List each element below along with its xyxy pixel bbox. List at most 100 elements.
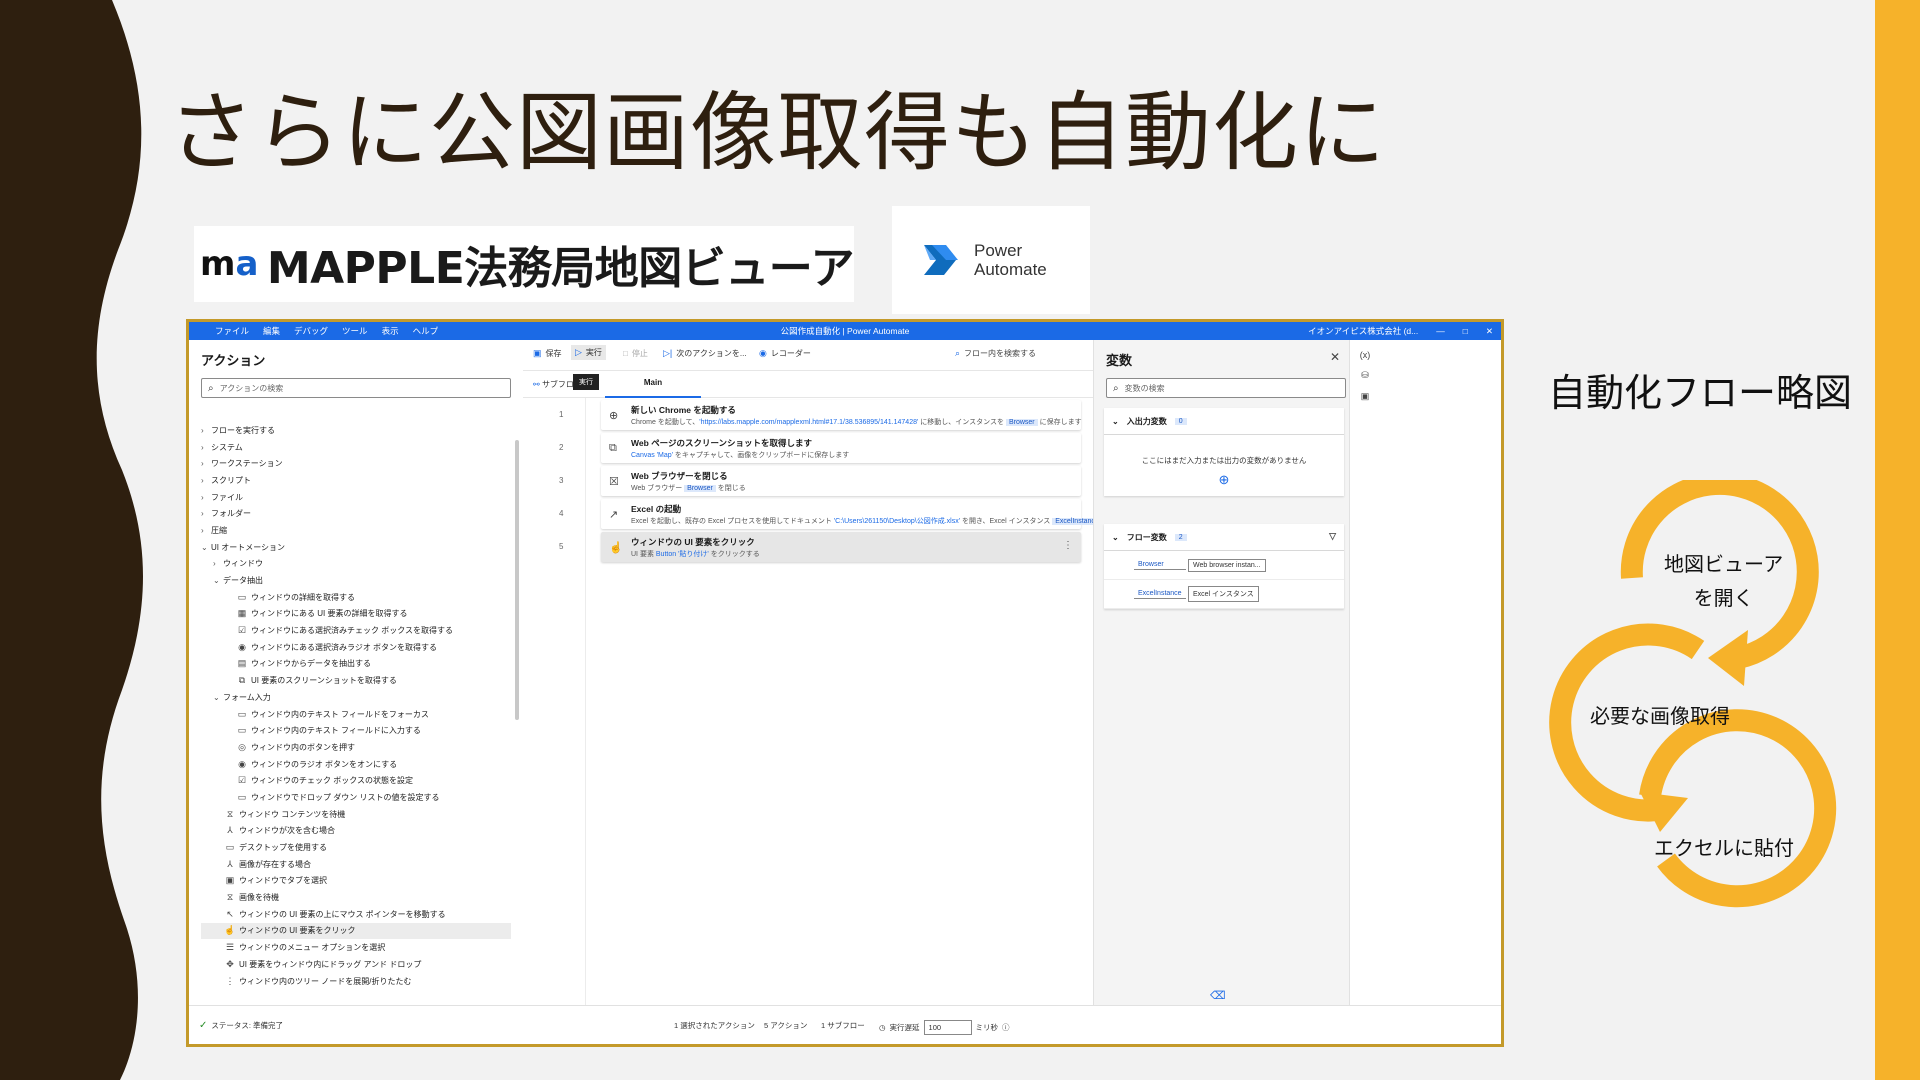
action-tree-item[interactable]: ☝ ウィンドウの UI 要素をクリック: [201, 922, 511, 940]
close-icon[interactable]: ✕: [1330, 350, 1340, 364]
tab-main[interactable]: Main: [605, 371, 701, 398]
action-tree-item[interactable]: › ファイル: [201, 489, 511, 506]
action-tree-item[interactable]: › ワークステーション: [201, 455, 511, 472]
ui-elements-icon[interactable]: ⛁: [1350, 370, 1380, 381]
right-accent-bar: [1875, 0, 1920, 1080]
menu-item[interactable]: ヘルプ: [413, 325, 439, 337]
delay-input[interactable]: 100: [923, 1020, 972, 1035]
action-tree-item[interactable]: ↖ ウィンドウの UI 要素の上にマウス ポインターを移動する: [201, 906, 511, 923]
action-label: ウィンドウ: [223, 559, 263, 569]
chevron-icon[interactable]: ⌄: [213, 693, 223, 702]
eraser-icon[interactable]: ⌫: [1210, 989, 1226, 1002]
action-tree-item[interactable]: › ウィンドウ: [201, 556, 511, 573]
menu-item[interactable]: 編集: [263, 325, 280, 337]
flow-search-input[interactable]: ⌕ フロー内を検索する: [955, 348, 1085, 359]
action-label: ウィンドウにある UI 要素の詳細を取得する: [251, 609, 408, 619]
variables-search-input[interactable]: ⌕ 変数の検索: [1106, 378, 1346, 398]
close-icon[interactable]: ✕: [1486, 326, 1493, 337]
menu-item[interactable]: ツール: [342, 325, 368, 337]
subflow-icon: ⚯: [533, 380, 540, 389]
actions-count: 5 アクション: [764, 1021, 808, 1030]
action-icon: ☑: [237, 775, 247, 786]
action-tree-item[interactable]: ▣ ウィンドウでタブを選択: [201, 873, 511, 890]
action-icon: ▤: [237, 658, 247, 669]
action-tree-item[interactable]: ▭ ウィンドウ内のテキスト フィールドに入力する: [201, 722, 511, 739]
io-variables-header[interactable]: ⌄ 入出力変数 0: [1104, 408, 1344, 435]
filter-icon[interactable]: ▽: [1329, 531, 1336, 542]
stop-icon: □: [623, 349, 628, 358]
menu-item[interactable]: デバッグ: [294, 325, 328, 337]
chevron-icon[interactable]: ›: [201, 426, 211, 435]
chevron-icon[interactable]: ›: [213, 559, 223, 568]
chevron-icon[interactable]: ⌄: [213, 576, 223, 585]
flow-step[interactable]: ☒ Web ブラウザーを閉じる Web ブラウザー Browser を閉じる: [601, 466, 1081, 496]
action-tree-item[interactable]: ☑ ウィンドウにある選択済みチェック ボックスを取得する: [201, 622, 511, 639]
action-tree-item[interactable]: ▦ ウィンドウにある UI 要素の詳細を取得する: [201, 606, 511, 623]
action-tree-item[interactable]: ▭ デスクトップを使用する: [201, 839, 511, 856]
flow-variables-header[interactable]: ⌄ フロー変数 2 ▽: [1104, 524, 1344, 551]
chevron-icon[interactable]: ›: [201, 459, 211, 468]
action-tree-item[interactable]: ⋮ ウィンドウ内のツリー ノードを展開/折りたたむ: [201, 973, 511, 990]
action-tree-item[interactable]: ◉ ウィンドウにある選択済みラジオ ボタンを取得する: [201, 639, 511, 656]
chevron-icon[interactable]: ›: [201, 526, 211, 535]
step-description: Canvas 'Map' をキャプチャして、画像をクリップボードに保存します: [631, 452, 850, 459]
action-tree-item[interactable]: ⅄ ウィンドウが次を含む場合: [201, 823, 511, 840]
action-tree-item[interactable]: ☰ ウィンドウのメニュー オプションを選択: [201, 939, 511, 956]
variables-icon[interactable]: (x): [1350, 350, 1380, 360]
images-icon[interactable]: ▣: [1350, 391, 1380, 402]
step-title: Web ページのスクリーンショットを取得します: [631, 438, 813, 448]
action-icon: ◎: [238, 741, 246, 752]
chevron-icon[interactable]: ›: [201, 509, 211, 518]
action-tree-item[interactable]: ▭ ウィンドウでドロップ ダウン リストの値を設定する: [201, 789, 511, 806]
recorder-button[interactable]: ◉ レコーダー: [759, 348, 811, 359]
flow-step[interactable]: ↗ Excel の起動 Excel を起動し、既存の Excel プロセスを使用して…: [601, 499, 1152, 529]
action-tree-item[interactable]: ⌄ フォーム入力: [201, 689, 511, 706]
action-tree-item[interactable]: ◎ ウィンドウ内のボタンを押す: [201, 739, 511, 756]
action-tree-item[interactable]: ⌄ UI オートメーション: [201, 539, 511, 556]
action-tree-item[interactable]: ⧖ ウィンドウ コンテンツを待機: [201, 806, 511, 823]
io-count-badge: 0: [1174, 417, 1187, 425]
flow-variable-row[interactable]: ExcelInstance Excel インスタンス: [1104, 580, 1344, 609]
info-icon[interactable]: ⓘ: [1002, 1022, 1010, 1033]
actions-scrollbar[interactable]: [515, 440, 519, 720]
action-tree-item[interactable]: ⧉ UI 要素のスクリーンショットを取得する: [201, 672, 511, 689]
action-tree-item[interactable]: ⧖ 画像を待機: [201, 889, 511, 906]
flow-variable-row[interactable]: Browser Web browser instan...: [1104, 551, 1344, 580]
flow-editor: ▣ 保存 ▷ 実行 □ 停止 ▷| 次のアクションを... ◉ レコーダー ⌕ フロー内を検…: [523, 340, 1152, 1006]
actions-search-input[interactable]: ⌕ アクションの検索: [201, 378, 511, 398]
action-tree-item[interactable]: ▤ ウィンドウからデータを抽出する: [201, 656, 511, 673]
save-button[interactable]: ▣ 保存: [533, 348, 562, 359]
more-options-icon[interactable]: ⋮: [1063, 540, 1073, 551]
flow-step[interactable]: ⧉ Web ページのスクリーンショットを取得します Canvas 'Map' をキャ…: [601, 433, 1081, 463]
action-tree-item[interactable]: ◉ ウィンドウのラジオ ボタンをオンにする: [201, 756, 511, 773]
action-tree-item[interactable]: ⅄ 画像が存在する場合: [201, 856, 511, 873]
maximize-icon[interactable]: □: [1463, 326, 1468, 336]
flow-step[interactable]: ☝ ウィンドウの UI 要素をクリック UI 要素 Button '貼り付け' をク…: [601, 532, 1081, 562]
action-label: ウィンドウでドロップ ダウン リストの値を設定する: [251, 792, 440, 802]
chevron-icon[interactable]: ›: [201, 443, 211, 452]
chevron-icon[interactable]: ⌄: [201, 543, 211, 552]
action-tree-item[interactable]: ▭ ウィンドウ内のテキスト フィールドをフォーカス: [201, 706, 511, 723]
add-variable-icon[interactable]: ⊕: [1104, 472, 1344, 488]
run-button[interactable]: ▷ 実行: [571, 345, 606, 360]
action-tree-item[interactable]: › スクリプト: [201, 472, 511, 489]
action-tree-item[interactable]: ☑ ウィンドウのチェック ボックスの状態を設定: [201, 772, 511, 789]
menu-item[interactable]: 表示: [382, 325, 399, 337]
action-tree-item[interactable]: › フォルダー: [201, 505, 511, 522]
chevron-icon[interactable]: ›: [201, 493, 211, 502]
minimize-icon[interactable]: —: [1436, 326, 1445, 336]
chevron-icon[interactable]: ›: [201, 476, 211, 485]
account-name[interactable]: イオンアイピス株式会社 (d...: [1308, 325, 1418, 337]
menu-item[interactable]: ファイル: [215, 325, 249, 337]
play-icon: ▷: [575, 347, 582, 357]
variable-chip: Browser: [684, 485, 716, 492]
action-tree-item[interactable]: › フローを実行する: [201, 422, 511, 439]
next-action-button[interactable]: ▷| 次のアクションを...: [663, 348, 747, 359]
action-tree-item[interactable]: › 圧縮: [201, 522, 511, 539]
stop-button[interactable]: □ 停止: [623, 348, 648, 359]
flow-step[interactable]: ⊕ 新しい Chrome を起動する Chrome を起動して、'https://l…: [601, 400, 1082, 430]
action-tree-item[interactable]: ⌄ データ抽出: [201, 572, 511, 589]
action-tree-item[interactable]: ▭ ウィンドウの詳細を取得する: [201, 589, 511, 606]
action-tree-item[interactable]: ✥ UI 要素をウィンドウ内にドラッグ アンド ドロップ: [201, 956, 511, 973]
action-tree-item[interactable]: › システム: [201, 439, 511, 456]
